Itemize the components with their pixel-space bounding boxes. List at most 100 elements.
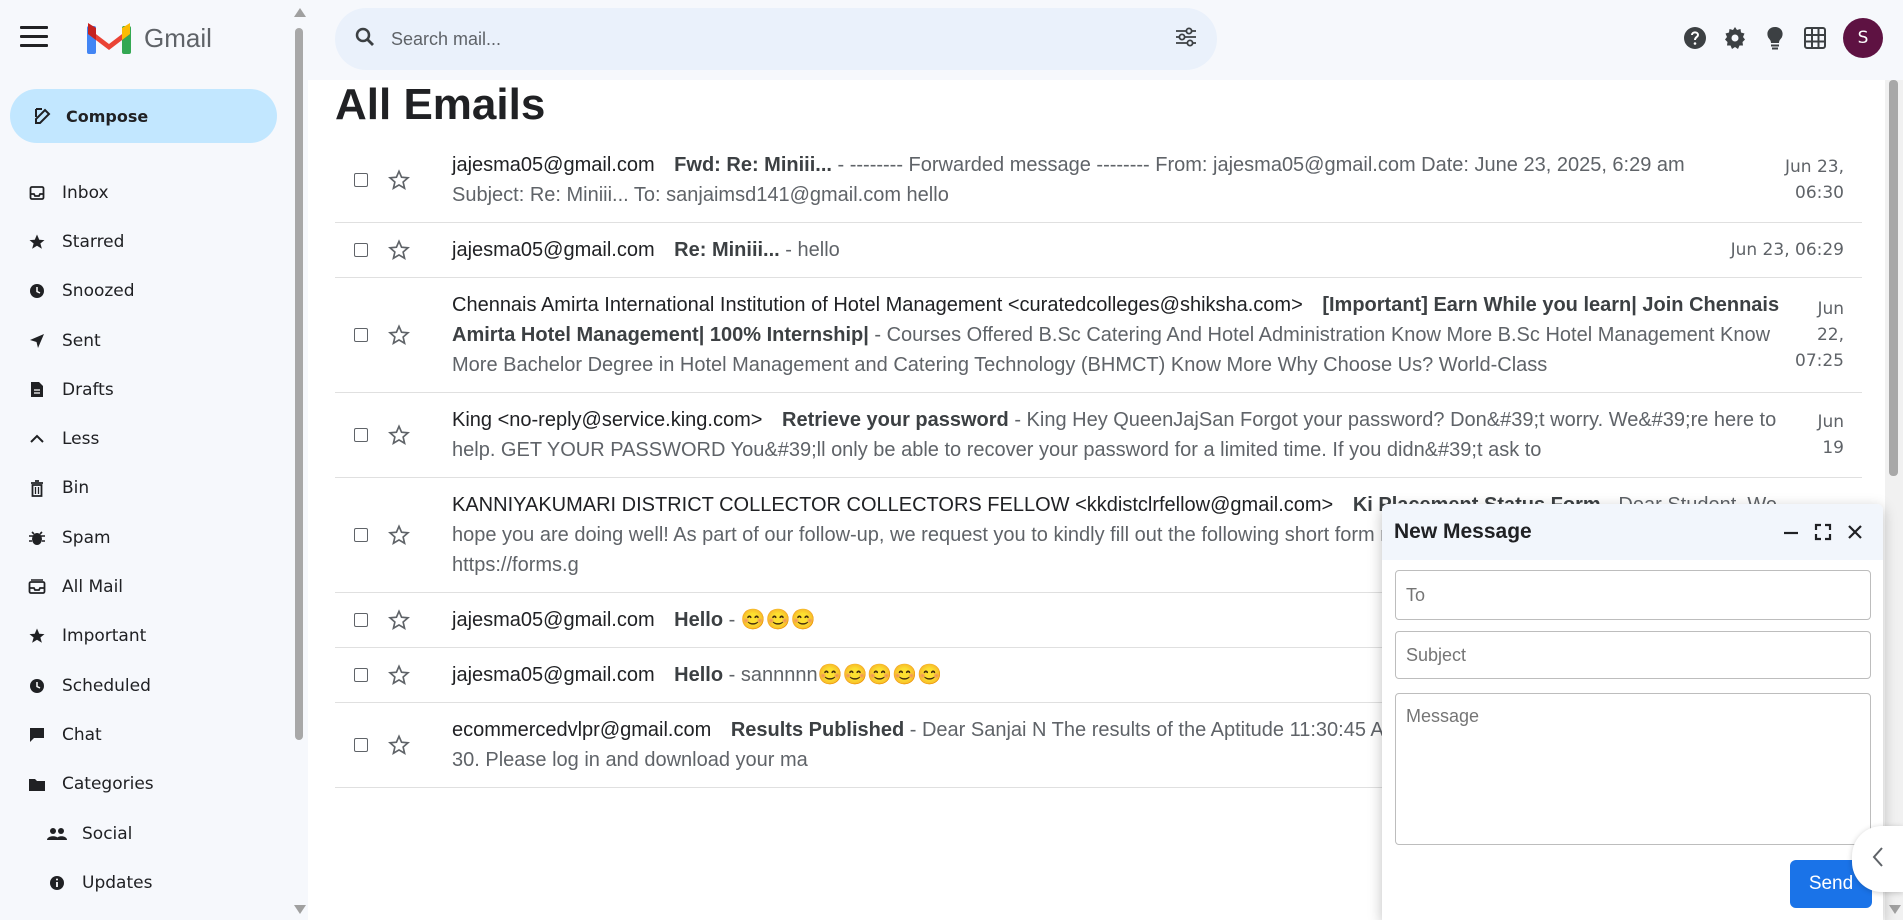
sidebar-item-chat[interactable]: Chat [0,710,290,759]
sidebar-item-label: Starred [62,231,125,252]
sidebar-item-drafts[interactable]: Drafts [0,365,290,414]
apps-grid-icon[interactable] [1795,18,1835,58]
people-icon [46,827,68,841]
email-subject: Hello [674,664,724,686]
expand-icon[interactable] [1807,523,1839,541]
email-subject: Fwd: Re: Miniii... [674,154,832,176]
row-checkbox[interactable] [354,668,368,682]
sidebar-item-bin[interactable]: Bin [0,464,290,513]
inbox-icon [26,185,48,201]
star-icon[interactable] [388,324,410,346]
pencil-icon [35,108,51,124]
email-date: Jun 23, 06:30 [1784,157,1844,203]
sidebar-item-label: All Mail [62,577,124,598]
email-sender: jajesma05@gmail.com [452,239,655,261]
scroll-up-arrow[interactable] [294,8,306,17]
email-row[interactable]: jajesma05@gmail.com Re: Miniii... - hell… [335,223,1862,278]
email-date: Jun 23, 06:29 [1730,240,1844,260]
star-icon[interactable] [388,609,410,631]
search-bar [335,8,1217,70]
sidebar-item-important[interactable]: Important [0,612,290,661]
email-sender: jajesma05@gmail.com [452,609,655,631]
sidebar-item-sent[interactable]: Sent [0,316,290,365]
email-row[interactable]: Chennais Amirta International Institutio… [335,278,1862,393]
compose-title: New Message [1394,520,1532,543]
sidebar-item-social[interactable]: Social [0,809,290,858]
email-sender: KANNIYAKUMARI DISTRICT COLLECTOR COLLECT… [452,494,1334,516]
scroll-down-arrow[interactable] [1889,905,1901,914]
sidebar-item-less[interactable]: Less [0,414,290,463]
lightbulb-icon[interactable] [1755,18,1795,58]
email-sender: ecommercedvlpr@gmail.com [452,719,712,741]
sidebar-scrollbar[interactable] [290,0,308,920]
sidebar-item-spam[interactable]: Spam [0,513,290,562]
important-icon [26,627,48,645]
sidebar-item-inbox[interactable]: Inbox [0,168,290,217]
sidebar-item-label: Important [62,626,147,647]
sidebar-item-categories[interactable]: Categories [0,760,290,809]
clock-icon [26,283,48,299]
star-icon[interactable] [388,524,410,546]
compose-button[interactable]: Compose [10,89,277,143]
sidebar-item-label: Bin [62,478,90,499]
main-menu-button[interactable] [20,26,48,50]
gear-icon[interactable] [1715,18,1755,58]
send-icon [26,333,48,349]
sidebar-item-label: Social [82,823,133,844]
search-icon[interactable] [355,27,375,51]
chevron-left-icon [1871,846,1885,872]
star-icon[interactable] [388,239,410,261]
email-subject: Results Published [730,719,905,741]
row-checkbox[interactable] [354,243,368,257]
row-checkbox[interactable] [354,173,368,187]
star-icon[interactable] [388,169,410,191]
help-icon[interactable] [1675,18,1715,58]
info-icon [46,875,68,891]
email-subject: Hello [674,609,724,631]
email-row[interactable]: jajesma05@gmail.com Fwd: Re: Miniii... -… [335,138,1862,223]
side-panel-toggle[interactable] [1852,826,1903,892]
star-icon[interactable] [388,664,410,686]
sidebar-item-label: Less [62,429,100,450]
sidebar-item-starred[interactable]: Starred [0,217,290,266]
email-row[interactable]: King <no-reply@service.king.com> Retriev… [335,393,1862,478]
scroll-down-arrow[interactable] [294,905,306,914]
sidebar-item-label: Spam [62,527,111,548]
scrollbar-thumb[interactable] [295,28,303,740]
close-icon[interactable] [1839,524,1871,540]
logo-text: Gmail [144,22,212,53]
row-checkbox[interactable] [354,613,368,627]
sidebar-nav: Inbox Starred Snoozed Sent Drafts Less B… [0,168,290,907]
compose-window: New Message Send [1382,504,1883,920]
top-icons: S [1675,18,1883,58]
message-field[interactable] [1395,693,1871,845]
sidebar-item-scheduled[interactable]: Scheduled [0,661,290,710]
email-snippet: - hello [779,239,840,261]
search-options-icon[interactable] [1175,27,1197,51]
email-sender: Chennais Amirta International Institutio… [452,294,1303,316]
to-field[interactable] [1395,570,1871,620]
avatar[interactable]: S [1843,18,1883,58]
search-input[interactable] [391,28,1175,50]
star-icon[interactable] [388,734,410,756]
sidebar-item-updates[interactable]: Updates [0,858,290,907]
scrollbar-thumb[interactable] [1889,80,1898,476]
row-checkbox[interactable] [354,428,368,442]
gmail-logo[interactable]: Gmail [86,20,212,56]
compose-header: New Message [1382,504,1883,560]
star-icon[interactable] [388,424,410,446]
subject-field[interactable] [1395,631,1871,679]
email-content: jajesma05@gmail.com Re: Miniii... - hell… [452,235,1684,265]
row-checkbox[interactable] [354,528,368,542]
all-mail-icon [26,579,48,595]
row-checkbox[interactable] [354,738,368,752]
draft-icon [26,381,48,398]
email-subject: Retrieve your password [782,409,1009,431]
email-sender: jajesma05@gmail.com [452,154,655,176]
sidebar-item-snoozed[interactable]: Snoozed [0,267,290,316]
email-snippet: - 😊😊😊 [723,609,816,631]
minimize-icon[interactable] [1775,523,1807,541]
main-scrollbar[interactable] [1885,80,1903,920]
row-checkbox[interactable] [354,328,368,342]
sidebar-item-all-mail[interactable]: All Mail [0,562,290,611]
